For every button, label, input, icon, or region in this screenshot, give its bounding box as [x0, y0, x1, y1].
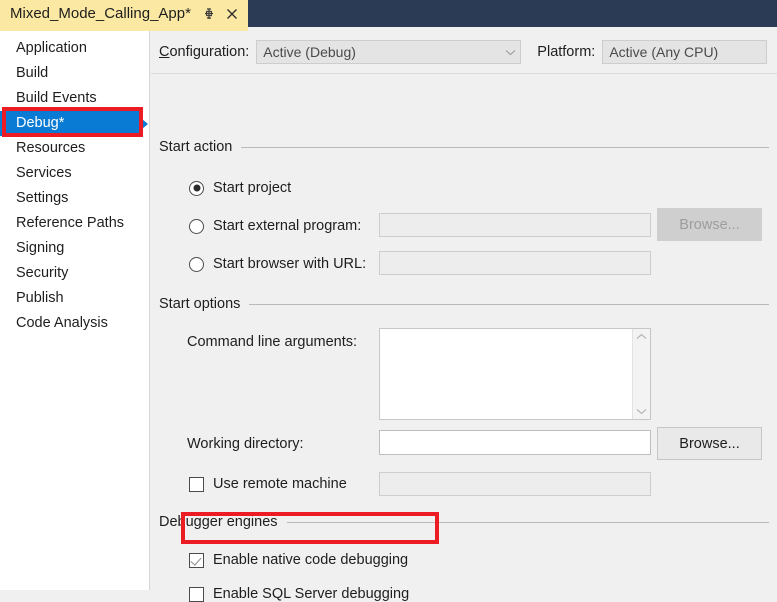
radio-start-browser-url[interactable]: Start browser with URL: [189, 256, 366, 272]
project-properties-window: Mixed_Mode_Calling_App* Application Build… [0, 0, 777, 602]
radio-indicator [189, 256, 204, 272]
sidebar-item-label: Debug* [16, 115, 65, 131]
configuration-label: Configuration: [159, 44, 250, 60]
sidebar-item-reference-paths[interactable]: Reference Paths [0, 211, 149, 236]
start-action-group-header: Start action [159, 139, 769, 155]
selection-arrow-icon [142, 118, 148, 129]
checkbox-indicator [189, 476, 204, 492]
sidebar-item-label: Application [16, 40, 87, 56]
sidebar-item-label: Resources [16, 140, 86, 156]
radio-label: Start project [213, 180, 292, 196]
chevron-down-icon [505, 46, 516, 58]
remote-machine-input[interactable] [379, 472, 651, 496]
textarea-field[interactable] [380, 329, 632, 419]
platform-dropdown[interactable]: Active (Any CPU) [602, 40, 768, 64]
checkbox-indicator [189, 586, 204, 602]
sidebar-item-label: Build Events [16, 90, 97, 106]
sidebar-item-publish[interactable]: Publish [0, 286, 149, 311]
start-options-label: Start options [159, 296, 241, 312]
external-program-input[interactable] [379, 213, 651, 237]
sidebar-item-label: Security [16, 265, 69, 281]
debugger-engines-label: Debugger engines [159, 514, 278, 530]
platform-label: Platform: [537, 44, 596, 60]
radio-start-external-program[interactable]: Start external program: [189, 218, 361, 234]
sidebar-item-code-analysis[interactable]: Code Analysis [0, 311, 149, 336]
working-directory-label: Working directory: [187, 436, 304, 452]
sidebar-item-build[interactable]: Build [0, 61, 149, 86]
tab-debug-document[interactable]: Mixed_Mode_Calling_App* [0, 0, 248, 27]
debugger-engines-group-header: Debugger engines [159, 514, 769, 530]
configuration-row: Configuration: Active (Debug) Platform: … [159, 40, 768, 64]
checkbox-use-remote-machine[interactable]: Use remote machine [189, 476, 347, 492]
sidebar-item-signing[interactable]: Signing [0, 236, 149, 261]
sidebar-item-label: Services [16, 165, 72, 181]
radio-label: Start browser with URL: [213, 256, 367, 272]
tab-strip: Mixed_Mode_Calling_App* [0, 0, 777, 31]
checkbox-label: Enable native code debugging [213, 552, 409, 568]
browse-label: Browse... [679, 216, 740, 233]
sidebar-item-application[interactable]: Application [0, 36, 149, 61]
sidebar-item-resources[interactable]: Resources [0, 136, 149, 161]
browse-external-program-button[interactable]: Browse... [657, 208, 762, 241]
checkbox-label: Use remote machine [213, 476, 347, 492]
sidebar-item-label: Code Analysis [16, 315, 108, 331]
sidebar-item-security[interactable]: Security [0, 261, 149, 286]
sidebar-item-label: Build [16, 65, 49, 81]
chevron-down-icon[interactable] [636, 408, 647, 415]
pin-icon[interactable] [202, 7, 216, 21]
checkbox-indicator [189, 552, 204, 568]
chevron-up-icon[interactable] [636, 333, 647, 340]
configuration-dropdown[interactable]: Active (Debug) [256, 40, 522, 64]
radio-indicator [189, 218, 204, 234]
platform-value: Active (Any CPU) [609, 44, 719, 60]
toolbar-divider [151, 73, 777, 74]
divider [249, 303, 769, 305]
sidebar-item-label: Reference Paths [16, 215, 125, 231]
browse-working-directory-button[interactable]: Browse... [657, 427, 762, 460]
sidebar-item-services[interactable]: Services [0, 161, 149, 186]
radio-start-project[interactable]: Start project [189, 180, 291, 196]
sidebar-item-settings[interactable]: Settings [0, 186, 149, 211]
browser-url-input[interactable] [379, 251, 651, 275]
sidebar-item-label: Publish [16, 290, 64, 306]
browse-label: Browse... [679, 435, 740, 452]
checkbox-enable-sql-server-debugging[interactable]: Enable SQL Server debugging [189, 586, 409, 602]
sidebar-item-label: Settings [16, 190, 69, 206]
sidebar-item-build-events[interactable]: Build Events [0, 86, 149, 111]
command-line-arguments-input[interactable] [379, 328, 651, 420]
configuration-value: Active (Debug) [263, 44, 356, 60]
sidebar-item-label: Signing [16, 240, 65, 256]
divider [286, 521, 769, 523]
working-directory-input[interactable] [379, 430, 651, 455]
radio-indicator [189, 180, 204, 196]
textarea-scrollbar[interactable] [632, 329, 650, 419]
properties-category-list: Application Build Build Events Debug* Resour… [0, 31, 150, 590]
checkbox-enable-native-code-debugging[interactable]: Enable native code debugging [189, 552, 408, 568]
tab-title: Mixed_Mode_Calling_App* [10, 5, 191, 22]
close-icon[interactable] [225, 7, 239, 21]
radio-label: Start external program: [213, 218, 362, 234]
debug-settings-panel: Configuration: Active (Debug) Platform: … [151, 31, 777, 602]
start-action-label: Start action [159, 139, 233, 155]
start-options-group-header: Start options [159, 296, 769, 312]
checkbox-label: Enable SQL Server debugging [213, 586, 410, 602]
divider [241, 146, 769, 148]
sidebar-item-debug[interactable]: Debug* [0, 111, 148, 136]
command-line-arguments-label: Command line arguments: [187, 334, 358, 350]
